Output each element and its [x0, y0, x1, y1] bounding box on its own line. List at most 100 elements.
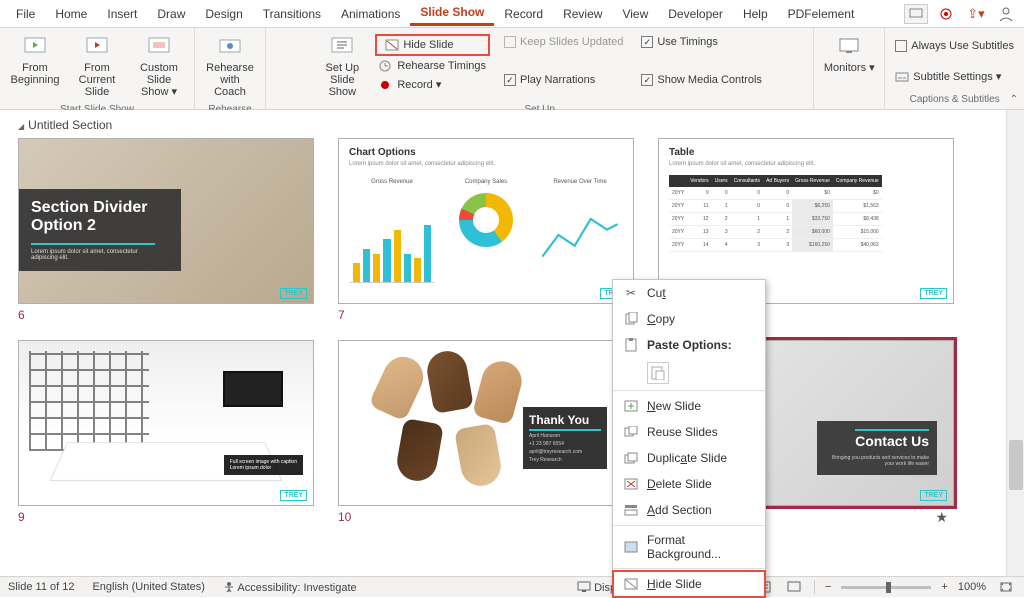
menu-add-section[interactable]: Add Section	[613, 497, 765, 523]
setup-label: Set Up Slide Show	[315, 62, 369, 98]
rehearse-coach-button[interactable]: Rehearse with Coach	[201, 30, 259, 102]
tab-animations[interactable]: Animations	[331, 3, 410, 25]
menu-new-slide[interactable]: New Slide	[613, 393, 765, 419]
custom-slideshow-button[interactable]: Custom Slide Show ▾	[130, 30, 188, 102]
zoom-out-button[interactable]: −	[825, 581, 831, 593]
slide-number: 6	[18, 308, 314, 322]
tab-home[interactable]: Home	[45, 3, 97, 25]
group-rehearse: Rehearse with Coach Rehearse	[195, 28, 266, 109]
slide-title: Contact Us	[855, 429, 929, 449]
record-icon[interactable]	[934, 4, 958, 24]
menu-reuse-slides[interactable]: Reuse Slides	[613, 419, 765, 445]
checkbox-icon	[504, 36, 516, 48]
language-status[interactable]: English (United States)	[92, 581, 205, 593]
always-subtitles-check[interactable]: Always Use Subtitles	[891, 38, 1018, 54]
ribbon-tabs: File Home Insert Draw Design Transitions…	[0, 0, 1024, 28]
tab-draw[interactable]: Draw	[147, 3, 195, 25]
comments-icon[interactable]	[904, 4, 928, 24]
from-beginning-label: From Beginning	[8, 62, 62, 86]
delete-icon	[623, 476, 639, 492]
slide-thumb-6[interactable]: Section Divider Option 2 Lorem ipsum dol…	[18, 138, 314, 322]
checkbox-icon	[895, 40, 907, 52]
tab-record[interactable]: Record	[494, 3, 553, 25]
hide-slide-icon	[623, 576, 639, 592]
menu-paste-options: Paste Options:	[613, 332, 765, 358]
tab-review[interactable]: Review	[553, 3, 612, 25]
subtitle-icon	[895, 71, 909, 83]
hide-slide-icon	[385, 39, 399, 51]
group-monitors: Monitors ▾	[814, 28, 885, 109]
accessibility-status[interactable]: Accessibility: Investigate	[223, 581, 357, 594]
tab-insert[interactable]: Insert	[97, 3, 147, 25]
subtitle-settings-button[interactable]: Subtitle Settings ▾	[891, 68, 1018, 85]
paste-icon	[623, 337, 639, 353]
from-current-button[interactable]: From Current Slide	[68, 30, 126, 102]
menu-format-background[interactable]: Format Background...	[613, 528, 765, 566]
rehearse-timings-button[interactable]: Rehearse Timings	[375, 58, 490, 74]
table-preview: VendorsUsersConsultantsAd BuyersGross Re…	[669, 175, 882, 252]
record-small-icon	[379, 79, 393, 91]
tab-transitions[interactable]: Transitions	[253, 3, 331, 25]
setup-slideshow-button[interactable]: Set Up Slide Show	[313, 30, 371, 102]
tab-view[interactable]: View	[612, 3, 658, 25]
tab-file[interactable]: File	[6, 3, 45, 25]
fit-window-button[interactable]	[996, 579, 1016, 595]
slide-thumb-9[interactable]: Full screen image with caption Lorem ips…	[18, 340, 314, 524]
rehearse-timings-label: Rehearse Timings	[397, 60, 486, 72]
record-label: Record ▾	[397, 78, 441, 91]
copy-icon	[623, 311, 639, 327]
paste-option-dest-theme[interactable]	[613, 358, 765, 388]
vertical-scrollbar[interactable]	[1006, 110, 1024, 576]
share-icon[interactable]: ⇪▾	[964, 4, 988, 24]
use-timings-check[interactable]: ✓ Use Timings	[637, 34, 766, 50]
account-icon[interactable]	[994, 4, 1018, 24]
menu-delete-slide[interactable]: Delete Slide	[613, 471, 765, 497]
slide-subtitle: Lorem ipsum dolor sit amet, consectetur …	[31, 243, 155, 261]
new-slide-icon	[623, 398, 639, 414]
status-bar: Slide 11 of 12 English (United States) A…	[0, 576, 1024, 597]
show-media-check[interactable]: ✓ Show Media Controls	[637, 72, 766, 88]
brand-badge: TREY	[920, 288, 947, 299]
coach-icon	[218, 34, 242, 58]
clock-icon	[379, 60, 393, 72]
checkbox-icon: ✓	[641, 36, 653, 48]
record-button[interactable]: Record ▾	[375, 76, 490, 93]
tab-help[interactable]: Help	[733, 3, 778, 25]
menu-copy[interactable]: Copy	[613, 306, 765, 332]
zoom-slider[interactable]	[841, 586, 931, 589]
slide-thumb-7[interactable]: Chart Options Lorem ipsum dolor sit amet…	[338, 138, 634, 322]
from-beginning-button[interactable]: From Beginning	[6, 30, 64, 90]
monitor-icon	[837, 34, 861, 58]
tab-developer[interactable]: Developer	[658, 3, 733, 25]
tab-design[interactable]: Design	[195, 3, 252, 25]
duplicate-icon	[623, 450, 639, 466]
collapse-ribbon-button[interactable]: ⌃	[1010, 94, 1018, 105]
section-header[interactable]: Untitled Section	[18, 118, 988, 132]
tab-pdfelement[interactable]: PDFelement	[778, 3, 865, 25]
scrollbar-thumb[interactable]	[1009, 440, 1023, 490]
group-start-slideshow: From Beginning From Current Slide Custom…	[0, 28, 195, 109]
slideshow-view-button[interactable]	[784, 579, 804, 595]
tab-slideshow[interactable]: Slide Show	[410, 1, 494, 26]
zoom-in-button[interactable]: +	[941, 581, 947, 593]
hide-slide-label: Hide Slide	[403, 39, 453, 51]
play-from-current-icon	[85, 34, 109, 58]
setup-icon	[330, 34, 354, 58]
monitors-button[interactable]: Monitors ▾	[820, 30, 878, 78]
slide-number: 9	[18, 510, 314, 524]
cut-icon: ✂	[623, 285, 639, 301]
slide-number: 10	[338, 510, 634, 524]
menu-hide-slide[interactable]: Hide Slide	[613, 571, 765, 597]
monitors-label: Monitors ▾	[824, 62, 875, 74]
play-narrations-check[interactable]: ✓ Play Narrations	[500, 72, 627, 88]
checkbox-icon: ✓	[641, 74, 653, 86]
zoom-level[interactable]: 100%	[958, 581, 986, 593]
menu-cut[interactable]: ✂ Cut	[613, 280, 765, 306]
menu-duplicate-slide[interactable]: Duplicate Slide	[613, 445, 765, 471]
slide-title: Table	[669, 147, 694, 158]
hide-slide-button[interactable]: Hide Slide	[375, 34, 490, 56]
brand-badge: TREY	[280, 490, 307, 501]
slide-title: Chart Options	[349, 147, 416, 158]
slide-thumb-10[interactable]: Thank You April Hansson +1 23 987 6554 a…	[338, 340, 634, 524]
keep-updated-check: Keep Slides Updated	[500, 34, 627, 50]
